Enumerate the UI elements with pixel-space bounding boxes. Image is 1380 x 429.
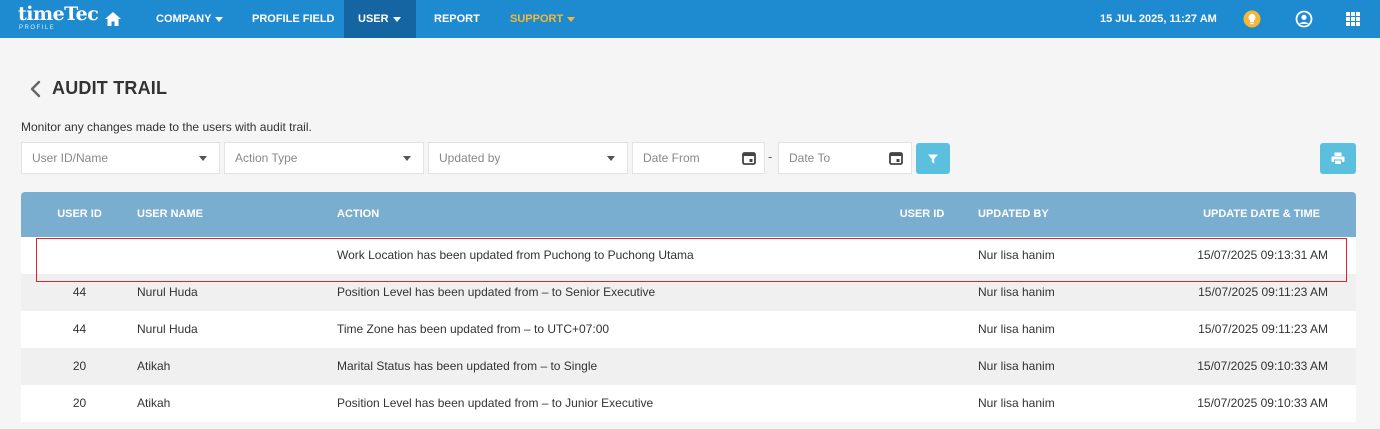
- nav-profile-field[interactable]: PROFILE FIELD: [238, 0, 349, 38]
- nav-company[interactable]: COMPANY: [142, 0, 237, 38]
- calendar-icon[interactable]: [889, 151, 903, 165]
- home-icon[interactable]: [104, 10, 122, 28]
- table-header: USER ID USER NAME ACTION USER ID UPDATED…: [21, 192, 1356, 237]
- audit-trail-table: USER ID USER NAME ACTION USER ID UPDATED…: [21, 192, 1356, 422]
- cell-update-datetime: 15/07/2025 09:11:23 AM: [1198, 285, 1328, 299]
- date-from-placeholder: Date From: [643, 151, 700, 165]
- table-row[interactable]: 44 Nurul Huda Position Level has been up…: [21, 274, 1356, 311]
- col-header-update-datetime[interactable]: UPDATE DATE & TIME: [1203, 192, 1320, 237]
- nav-user-label: USER: [358, 13, 389, 25]
- table-row[interactable]: Work Location has been updated from Puch…: [21, 237, 1356, 274]
- cell-action: Position Level has been updated from – t…: [337, 285, 656, 299]
- updated-by-placeholder: Updated by: [439, 151, 501, 165]
- chevron-down-icon: [215, 16, 224, 22]
- logo-subtitle: PROFILE: [19, 25, 56, 31]
- user-id-name-placeholder: User ID/Name: [32, 151, 109, 165]
- page-title: AUDIT TRAIL: [52, 78, 168, 98]
- back-arrow-icon[interactable]: [28, 80, 42, 98]
- cell-updated-by: Nur lisa hanim: [978, 248, 1055, 262]
- calendar-icon[interactable]: [742, 151, 756, 165]
- cell-user-name: Atikah: [137, 396, 171, 410]
- col-header-action[interactable]: ACTION: [337, 192, 379, 237]
- date-to-field[interactable]: Date To: [778, 142, 912, 174]
- nav-profile-field-label: PROFILE FIELD: [252, 13, 335, 25]
- print-icon: [1331, 152, 1345, 165]
- app-grid-icon[interactable]: [1344, 10, 1362, 28]
- current-datetime: 15 JUL 2025, 11:27 AM: [1100, 13, 1217, 25]
- user-id-name-select[interactable]: User ID/Name: [21, 142, 220, 174]
- logo-text: timeTec: [18, 3, 99, 25]
- date-from-field[interactable]: Date From: [632, 142, 765, 174]
- cell-user-id: 20: [72, 359, 87, 373]
- nav-company-label: COMPANY: [156, 13, 212, 25]
- date-to-placeholder: Date To: [789, 151, 831, 165]
- cell-updated-by: Nur lisa hanim: [978, 359, 1055, 373]
- timetec-logo[interactable]: timeTec PROFILE: [18, 3, 99, 32]
- cell-action: Time Zone has been updated from – to UTC…: [337, 322, 610, 336]
- cell-user-id: 44: [72, 285, 87, 299]
- chevron-down-icon: [199, 156, 207, 161]
- updated-by-select[interactable]: Updated by: [428, 142, 628, 174]
- cell-updated-by: Nur lisa hanim: [978, 322, 1055, 336]
- cell-action: Position Level has been updated from – t…: [337, 396, 654, 410]
- user-profile-icon[interactable]: [1295, 10, 1313, 28]
- col-header-user-name[interactable]: USER NAME: [137, 192, 203, 237]
- idea-bulb-icon[interactable]: [1243, 10, 1261, 28]
- col-header-user-id-2[interactable]: USER ID: [881, 192, 963, 237]
- top-nav-bar: timeTec PROFILE COMPANY PROFILE FIELD US…: [0, 0, 1380, 38]
- table-row[interactable]: 20 Atikah Marital Status has been update…: [21, 348, 1356, 385]
- nav-report[interactable]: REPORT: [420, 0, 494, 38]
- chevron-down-icon: [403, 156, 411, 161]
- nav-support[interactable]: SUPPORT: [496, 0, 589, 38]
- cell-user-name: Nurul Huda: [137, 285, 198, 299]
- cell-update-datetime: 15/07/2025 09:11:23 AM: [1198, 322, 1328, 336]
- chevron-down-icon: [607, 156, 615, 161]
- col-header-user-id[interactable]: USER ID: [21, 192, 138, 237]
- chevron-down-icon: [392, 16, 401, 22]
- table-row[interactable]: 20 Atikah Position Level has been update…: [21, 385, 1356, 422]
- chevron-down-icon: [567, 16, 576, 22]
- filter-button[interactable]: [916, 143, 950, 174]
- print-button[interactable]: [1320, 143, 1356, 174]
- cell-update-datetime: 15/07/2025 09:10:33 AM: [1197, 359, 1328, 373]
- cell-user-name: Atikah: [137, 359, 171, 373]
- date-range-separator: -: [768, 149, 773, 164]
- cell-action: Marital Status has been updated from – t…: [337, 359, 598, 373]
- cell-user-id: 20: [72, 396, 87, 410]
- cell-updated-by: Nur lisa hanim: [978, 396, 1055, 410]
- cell-update-datetime: 15/07/2025 09:10:33 AM: [1197, 396, 1328, 410]
- col-header-updated-by[interactable]: UPDATED BY: [978, 192, 1049, 237]
- page-description: Monitor any changes made to the users wi…: [21, 120, 312, 134]
- action-type-select[interactable]: Action Type: [224, 142, 424, 174]
- nav-user[interactable]: USER: [344, 0, 416, 38]
- filter-icon: [928, 154, 938, 163]
- table-row[interactable]: 44 Nurul Huda Time Zone has been updated…: [21, 311, 1356, 348]
- cell-update-datetime: 15/07/2025 09:13:31 AM: [1197, 248, 1328, 262]
- action-type-placeholder: Action Type: [235, 151, 298, 165]
- cell-updated-by: Nur lisa hanim: [978, 285, 1055, 299]
- cell-action: Work Location has been updated from Puch…: [337, 248, 694, 262]
- nav-report-label: REPORT: [434, 13, 480, 25]
- cell-user-name: Nurul Huda: [137, 322, 198, 336]
- nav-support-label: SUPPORT: [510, 13, 564, 25]
- cell-user-id: 44: [72, 322, 87, 336]
